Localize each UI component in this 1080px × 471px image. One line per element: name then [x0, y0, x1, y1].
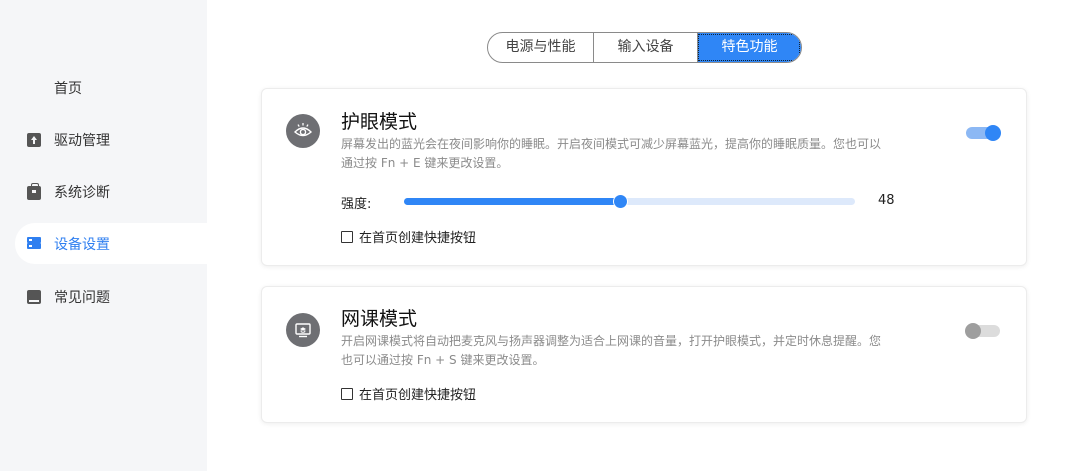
class-mode-toggle[interactable]	[965, 323, 1000, 339]
sidebar-item-label: 常见问题	[54, 289, 110, 306]
book-icon	[27, 289, 41, 304]
class-mode-title: 网课模式	[341, 308, 418, 330]
eye-mode-description: 屏幕发出的蓝光会在夜间影响你的睡眠。开启夜间模式可减少屏幕蓝光，提高你的睡眠质量…	[341, 135, 916, 173]
description-line: 开启网课模式将自动把麦克风与扬声器调整为适合上网课的音量，打开护眼模式，并定时休…	[341, 334, 882, 348]
device-settings-icon	[27, 236, 41, 251]
slider-fill	[404, 198, 621, 205]
sidebar-item-faq[interactable]: 常见问题	[15, 276, 207, 317]
class-mode-description: 开启网课模式将自动把麦克风与扬声器调整为适合上网课的音量，打开护眼模式，并定时休…	[341, 332, 916, 370]
eye-mode-title: 护眼模式	[341, 111, 418, 133]
online-class-icon	[286, 313, 320, 347]
shortcut-checkbox[interactable]	[341, 387, 353, 400]
tab-input-devices[interactable]: 输入设备	[593, 33, 697, 62]
tab-special-features[interactable]: 特色功能	[697, 33, 801, 62]
eye-icon	[286, 114, 320, 148]
shortcut-label: 在首页创建快捷按钮	[359, 388, 477, 403]
sidebar-item-label: 系统诊断	[54, 184, 110, 201]
toggle-knob	[985, 125, 1001, 141]
sidebar-item-label: 首页	[54, 80, 82, 97]
strength-value: 48	[878, 193, 895, 208]
description-line: 屏幕发出的蓝光会在夜间影响你的睡眠。开启夜间模式可减少屏幕蓝光，提高你的睡眠质量…	[341, 137, 882, 151]
eye-mode-card: 护眼模式 屏幕发出的蓝光会在夜间影响你的睡眠。开启夜间模式可减少屏幕蓝光，提高你…	[261, 88, 1027, 266]
sidebar-item-home[interactable]: 首页	[15, 67, 207, 108]
sidebar: 首页 驱动管理 系统诊断 设备设置 常见问题	[0, 0, 207, 471]
sidebar-item-label: 驱动管理	[54, 132, 110, 149]
toggle-knob	[965, 323, 981, 339]
description-line: 也可以通过按 Fn + S 键来更改设置。	[341, 353, 545, 367]
sidebar-item-device-settings[interactable]: 设备设置	[15, 223, 207, 264]
slider-thumb[interactable]	[613, 194, 629, 209]
tab-power-performance[interactable]: 电源与性能	[488, 33, 593, 62]
strength-slider[interactable]	[404, 194, 855, 209]
toolbox-icon	[27, 182, 41, 200]
eye-mode-toggle[interactable]	[966, 125, 1001, 141]
strength-label: 强度:	[341, 197, 372, 212]
home-grid-icon	[27, 81, 41, 95]
class-mode-card: 网课模式 开启网课模式将自动把麦克风与扬声器调整为适合上网课的音量，打开护眼模式…	[261, 286, 1027, 423]
sidebar-item-driver-management[interactable]: 驱动管理	[15, 119, 207, 160]
shortcut-checkbox[interactable]	[341, 230, 353, 243]
description-line: 通过按 Fn + E 键来更改设置。	[341, 156, 509, 170]
driver-icon	[27, 132, 41, 147]
shortcut-label: 在首页创建快捷按钮	[359, 231, 477, 246]
sidebar-item-label: 设备设置	[54, 236, 110, 253]
eye-mode-shortcut-option[interactable]: 在首页创建快捷按钮	[341, 227, 476, 246]
class-mode-shortcut-option[interactable]: 在首页创建快捷按钮	[341, 384, 476, 403]
sidebar-item-system-diagnosis[interactable]: 系统诊断	[15, 171, 207, 212]
settings-tabs: 电源与性能 输入设备 特色功能	[487, 32, 802, 63]
